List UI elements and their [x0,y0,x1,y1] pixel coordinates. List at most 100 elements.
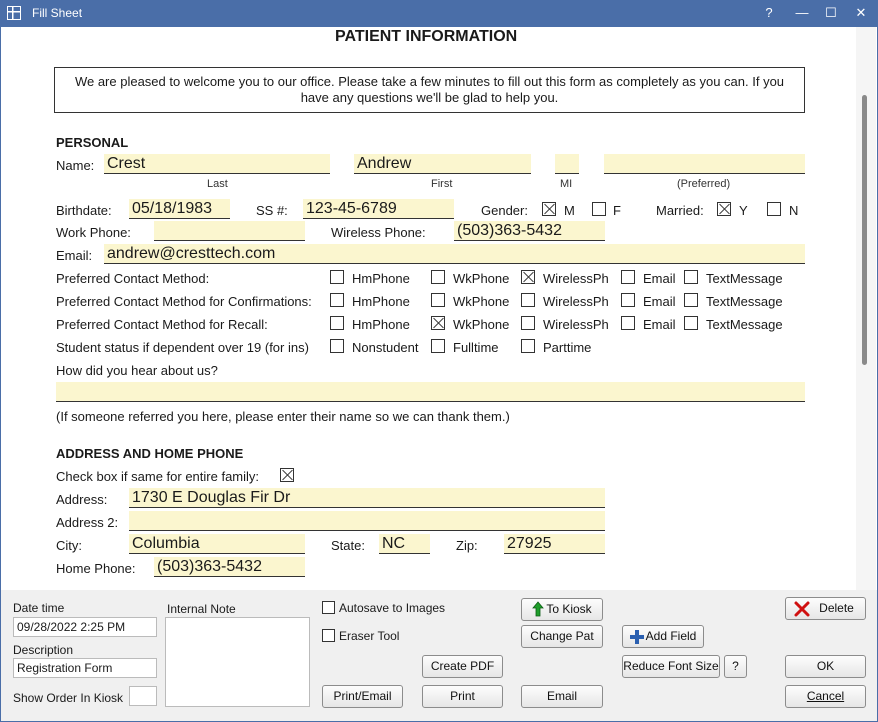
window-title: Fill Sheet [32,6,83,20]
preferred-name-field[interactable] [604,154,805,174]
confirm-hmphone-checkbox[interactable] [330,293,344,307]
recall-hmphone-label: HmPhone [352,317,410,332]
contact-textmessage-checkbox[interactable] [684,270,698,284]
description-input[interactable]: Registration Form [13,658,157,678]
state-label: State: [331,538,365,553]
confirm-textmessage-label: TextMessage [706,294,783,309]
first-name-field[interactable]: Andrew [354,154,531,174]
close-window-button[interactable]: ✕ [850,3,872,23]
internal-note-textarea[interactable] [165,617,310,707]
gender-m-label: M [564,203,575,218]
reduce-font-size-button[interactable]: Reduce Font Size [622,655,720,678]
autosave-label: Autosave to Images [339,601,446,615]
maximize-button[interactable]: ☐ [820,3,842,23]
eraser-label: Eraser Tool [339,629,400,643]
address-field[interactable]: 1730 E Douglas Fir Dr [129,488,605,508]
to-kiosk-button[interactable]: To Kiosk [521,598,603,621]
internal-note-label: Internal Note [167,602,236,616]
city-label: City: [56,538,82,553]
red-x-icon [794,601,810,617]
zip-field[interactable]: 27925 [504,534,605,554]
create-pdf-button[interactable]: Create PDF [422,655,503,678]
married-label: Married: [656,203,704,218]
gender-f-label: F [613,203,621,218]
ok-button[interactable]: OK [785,655,866,678]
address2-field[interactable] [129,511,605,531]
last-name-field[interactable]: Crest [104,154,330,174]
contact-hmphone-checkbox[interactable] [330,270,344,284]
change-pat-button[interactable]: Change Pat [521,625,603,648]
state-field[interactable]: NC [379,534,430,554]
home-phone-label: Home Phone: [56,561,136,576]
confirm-hmphone-label: HmPhone [352,294,410,309]
cancel-button[interactable]: Cancel [785,685,866,708]
address-label: Address: [56,492,108,507]
student-fulltime-label: Fulltime [453,340,499,355]
referral-note: (If someone referred you here, please en… [56,409,510,424]
student-nonstudent-checkbox[interactable] [330,339,344,353]
work-phone-field[interactable] [154,221,305,241]
title-bar: Fill Sheet ? — ☐ ✕ [0,0,878,27]
recall-hmphone-checkbox[interactable] [330,316,344,330]
delete-button[interactable]: Delete [785,597,866,620]
married-n-checkbox[interactable] [767,202,781,216]
recall-email-checkbox[interactable] [621,316,635,330]
confirm-textmessage-checkbox[interactable] [684,293,698,307]
contact-wirelessph-checkbox[interactable] [521,270,535,284]
same-family-label: Check box if same for entire family: [56,469,260,484]
student-parttime-label: Parttime [543,340,592,355]
student-parttime-checkbox[interactable] [521,339,535,353]
description-label: Description [13,643,74,657]
student-status-label: Student status if dependent over 19 (for… [56,340,309,355]
print-email-button[interactable]: Print/Email [322,685,403,708]
student-fulltime-checkbox[interactable] [431,339,445,353]
confirm-wkphone-label: WkPhone [453,294,510,309]
middle-initial-field[interactable] [555,154,579,174]
reduce-font-help-button[interactable]: ? [724,655,747,678]
ss-label: SS #: [256,203,288,218]
add-field-button[interactable]: Add Field [622,625,704,648]
bottom-panel: Date time 09/28/2022 2:25 PM Description… [1,590,877,721]
autosave-checkbox[interactable] [322,601,335,614]
recall-textmessage-checkbox[interactable] [684,316,698,330]
gender-m-checkbox[interactable] [542,202,556,216]
birthdate-field[interactable]: 05/18/1983 [129,199,230,219]
eraser-checkbox[interactable] [322,629,335,642]
up-arrow-icon [532,601,544,617]
show-order-label: Show Order In Kiosk [13,691,124,705]
wireless-phone-field[interactable]: (503)363-5432 [454,221,605,241]
married-y-checkbox[interactable] [717,202,731,216]
ss-field[interactable]: 123-45-6789 [303,199,454,219]
delete-label: Delete [819,601,854,615]
recall-wkphone-checkbox[interactable] [431,316,445,330]
personal-header: PERSONAL [56,135,129,150]
datetime-input[interactable]: 09/28/2022 2:25 PM [13,617,157,637]
recall-wirelessph-checkbox[interactable] [521,316,535,330]
scrollbar-thumb[interactable] [862,95,867,365]
last-caption: Last [207,178,228,190]
wireless-phone-label: Wireless Phone: [331,225,426,240]
contact-wkphone-checkbox[interactable] [431,270,445,284]
help-title-button[interactable]: ? [758,3,780,23]
email-button[interactable]: Email [521,685,603,708]
contact-email-checkbox[interactable] [621,270,635,284]
print-button[interactable]: Print [422,685,503,708]
recall-textmessage-label: TextMessage [706,317,783,332]
same-family-checkbox[interactable] [280,468,294,482]
confirm-email-checkbox[interactable] [621,293,635,307]
city-field[interactable]: Columbia [129,534,305,554]
home-phone-field[interactable]: (503)363-5432 [154,557,305,577]
address-header: ADDRESS AND HOME PHONE [56,446,244,461]
gender-label: Gender: [481,203,528,218]
grid-app-icon [7,6,21,20]
show-order-input[interactable] [129,686,157,706]
confirm-method-label: Preferred Contact Method for Confirmatio… [56,294,312,309]
minimize-button[interactable]: — [791,3,813,23]
confirm-wkphone-checkbox[interactable] [431,293,445,307]
address2-label: Address 2: [56,515,119,530]
email-field[interactable]: andrew@cresttech.com [104,244,805,264]
gender-f-checkbox[interactable] [592,202,606,216]
hear-about-field[interactable] [56,382,805,402]
confirm-wirelessph-checkbox[interactable] [521,293,535,307]
married-n-label: N [789,203,799,218]
